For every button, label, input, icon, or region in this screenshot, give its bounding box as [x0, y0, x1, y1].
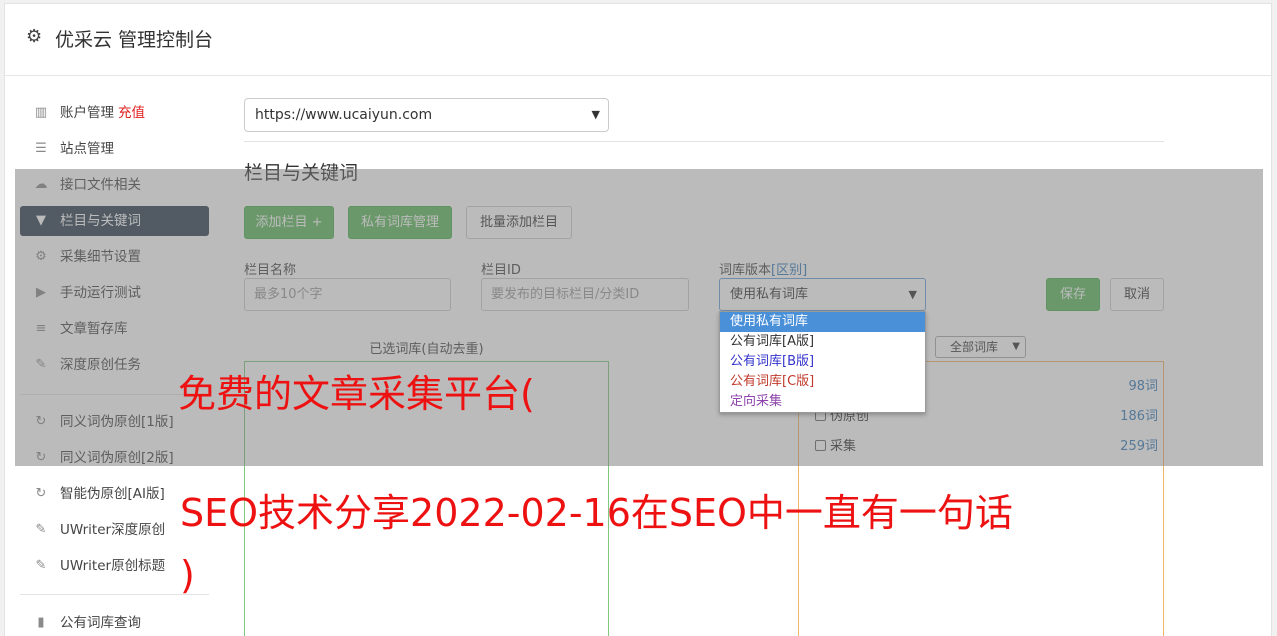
dropdown-option[interactable]: 定向采集 — [720, 392, 925, 412]
divider — [244, 141, 1164, 142]
lib-version-dropdown[interactable]: 使用私有词库 公有词库[A版] 公有词库[B版] 公有词库[C版] 定向采集 — [719, 311, 926, 413]
dropdown-option[interactable]: 公有词库[C版] — [720, 372, 925, 392]
sidebar-item-public-lib-query[interactable]: ▮ 公有词库查询 — [20, 608, 209, 636]
dropdown-option[interactable]: 公有词库[A版] — [720, 332, 925, 352]
dropdown-option[interactable]: 使用私有词库 — [720, 312, 925, 332]
sidebar-item-label: 站点管理 — [60, 141, 114, 157]
gear-icon: ⚙ — [26, 26, 43, 47]
watermark-text: SEO技术分享2022-02-16在SEO中一直有一句话 — [180, 491, 1013, 535]
bar-chart-icon: ▥ — [34, 105, 48, 120]
page-title: 优采云 管理控制台 — [55, 29, 214, 51]
watermark-text: 免费的文章采集平台( — [178, 372, 535, 416]
refresh-icon: ↻ — [35, 486, 47, 501]
server-icon: ☰ — [35, 141, 47, 156]
sidebar-item-label: 公有词库查询 — [60, 615, 141, 631]
gray-overlay — [15, 169, 1263, 466]
site-select[interactable]: https://www.ucaiyun.com ▼ — [244, 98, 609, 132]
sidebar-item-label: 智能伪原创[AI版] — [60, 486, 165, 502]
page-header: ⚙ 优采云 管理控制台 — [5, 4, 1271, 76]
edit-icon: ✎ — [35, 558, 47, 573]
sidebar-item-label: UWriter深度原创 — [60, 522, 166, 538]
watermark-text: ) — [180, 553, 195, 597]
recharge-link[interactable]: 充值 — [118, 105, 145, 121]
book-icon: ▮ — [37, 615, 45, 630]
site-select-value: https://www.ucaiyun.com — [255, 107, 433, 123]
chevron-down-icon: ▼ — [591, 108, 600, 121]
sidebar-item-account[interactable]: ▥ 账户管理 充值 — [20, 98, 209, 128]
edit-icon: ✎ — [35, 522, 47, 537]
sidebar-item-sites[interactable]: ☰ 站点管理 — [20, 134, 209, 164]
dropdown-option[interactable]: 公有词库[B版] — [720, 352, 925, 372]
sidebar-item-label: UWriter原创标题 — [60, 558, 166, 574]
sidebar-item-label: 账户管理 — [60, 105, 114, 121]
